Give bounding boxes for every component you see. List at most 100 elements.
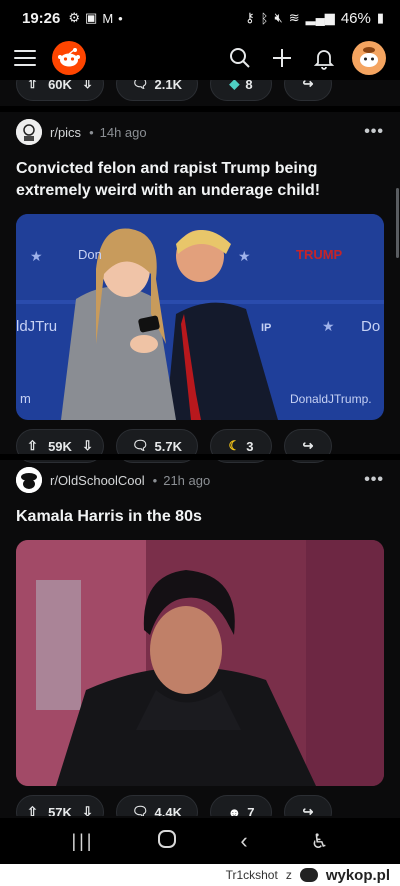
feed[interactable]: ⇧ 60K ⇩ 🗨︎ 2.1K ◆ 8 ↪ r/pics • 14h ago •… <box>0 80 400 816</box>
post-image[interactable]: ★ ★ ★ Don TRUMP ldJTru IP Do m DonaldJTr… <box>16 214 384 420</box>
side-text-mid: IP <box>261 322 271 334</box>
post-card[interactable]: r/OldSchoolCool • 21h ago ••• Kamala Har… <box>0 466 400 816</box>
watermark-brand: wykop.pl <box>325 866 390 884</box>
recent-apps-icon[interactable]: ||| <box>71 831 94 852</box>
previous-post-actions: ⇧ 60K ⇩ 🗨︎ 2.1K ◆ 8 ↪ <box>0 80 400 102</box>
bluetooth-icon: ᛒ <box>260 10 269 26</box>
subreddit-icon[interactable] <box>16 467 42 493</box>
award-button[interactable]: ☻ 7 <box>210 795 272 816</box>
downvote-icon[interactable]: ⇩ <box>82 438 93 454</box>
status-bar: 19:26 ⚙ ▣ M • ⚷ ᛒ 🔇︎ ≋ ▂▄▆ 46% ▮ <box>0 0 400 36</box>
create-post-icon[interactable] <box>268 44 296 72</box>
share-icon: ↪ <box>302 438 314 453</box>
battery-level: 46% <box>340 9 371 27</box>
upvote-icon[interactable]: ⇧ <box>27 804 38 816</box>
watermark-suffix: z <box>285 868 292 882</box>
svg-text:★: ★ <box>238 248 251 264</box>
vote-control[interactable]: ⇧ 60K ⇩ <box>16 80 104 101</box>
comment-count: 4.4K <box>154 804 182 817</box>
mail-icon: M <box>102 10 114 26</box>
downvote-icon[interactable]: ⇩ <box>82 804 93 816</box>
app-header <box>0 36 400 80</box>
banner-text-right: TRUMP <box>296 247 343 262</box>
share-icon: ↪ <box>302 80 314 91</box>
post-image[interactable] <box>16 540 384 786</box>
post-card[interactable]: r/pics • 14h ago ••• Convicted felon and… <box>0 118 400 464</box>
upvote-icon[interactable]: ⇧ <box>27 438 38 454</box>
meta-separator: • <box>152 472 158 488</box>
upvote-icon[interactable]: ⇧ <box>27 80 38 92</box>
award-count: 7 <box>247 804 255 817</box>
share-icon: ↪ <box>302 804 314 816</box>
post-divider <box>0 454 400 460</box>
award-count: 3 <box>246 438 254 454</box>
banana-award-icon: ☾ <box>228 438 241 453</box>
comment-icon: 🗨︎ <box>132 438 149 453</box>
post-divider <box>0 106 400 112</box>
post-age: 14h ago <box>99 124 147 140</box>
notifications-bell-icon[interactable] <box>310 44 338 72</box>
scrollbar[interactable] <box>396 188 399 258</box>
notification-icons: ⚙ ▣ M • <box>68 10 122 26</box>
award-count: 8 <box>245 80 253 92</box>
comment-icon: 🗨︎ <box>132 804 149 816</box>
dot-icon: • <box>118 10 123 26</box>
watermark-user: Tr1ckshot <box>225 868 278 882</box>
comment-icon: 🗨︎ <box>132 80 149 91</box>
battery-icon: ▮ <box>376 10 384 25</box>
award-button[interactable]: ◆ 8 <box>210 80 272 101</box>
bottom-text-left: m <box>20 391 31 406</box>
banner-text-left: Don <box>78 247 102 262</box>
search-icon[interactable] <box>226 44 254 72</box>
svg-text:★: ★ <box>30 248 43 264</box>
meta-separator: • <box>89 124 94 140</box>
mute-icon: 🔇︎ <box>274 10 283 25</box>
subreddit-name[interactable]: r/pics <box>50 125 81 140</box>
signal-icon: ▂▄▆ <box>305 10 335 25</box>
home-icon[interactable] <box>157 829 177 854</box>
menu-icon[interactable] <box>14 50 36 66</box>
reddit-logo-icon[interactable] <box>52 41 86 75</box>
watermark: Tr1ckshot z wykop.pl <box>0 864 400 886</box>
comment-count: 2.1K <box>154 80 182 92</box>
status-time: 19:26 <box>22 9 61 27</box>
side-text-left: ldJTru <box>16 318 57 335</box>
comments-button[interactable]: 🗨︎ 2.1K <box>116 80 198 101</box>
post-title[interactable]: Convicted felon and rapist Trump being e… <box>0 158 400 202</box>
comment-count: 5.7K <box>154 438 182 454</box>
post-photo-illustration: ★ ★ ★ Don TRUMP ldJTru IP Do m DonaldJTr… <box>16 214 384 420</box>
gear-icon: ⚙ <box>68 10 81 25</box>
diamond-award-icon: ◆ <box>229 80 240 91</box>
system-icons: ⚷ ᛒ 🔇︎ ≋ ▂▄▆ 46% ▮ <box>245 10 384 27</box>
vote-count: 60K <box>48 80 72 92</box>
share-button[interactable]: ↪ <box>284 80 332 101</box>
downvote-icon[interactable]: ⇩ <box>82 80 93 92</box>
wykop-logo-icon <box>299 868 318 882</box>
post-actions: ⇧ 57K ⇩ 🗨︎ 4.4K ☻ 7 ↪ <box>0 794 400 816</box>
vote-count: 59K <box>48 438 72 454</box>
bottom-text-right: DonaldJTrump. <box>290 392 372 406</box>
svg-text:★: ★ <box>322 318 335 334</box>
post-meta: r/OldSchoolCool • 21h ago ••• <box>0 466 400 494</box>
key-icon: ⚷ <box>245 10 255 25</box>
share-button[interactable]: ↪ <box>284 795 332 816</box>
wifi-icon: ≋ <box>288 10 300 25</box>
post-photo-illustration <box>16 540 384 786</box>
post-title[interactable]: Kamala Harris in the 80s <box>0 506 400 528</box>
vote-count: 57K <box>48 804 72 817</box>
subreddit-icon[interactable] <box>16 119 42 145</box>
more-options-icon[interactable]: ••• <box>364 471 384 489</box>
image-icon: ▣ <box>85 10 98 25</box>
accessibility-icon[interactable]: ♿︎ <box>311 829 329 854</box>
side-text-right: Do <box>361 318 380 335</box>
system-nav-bar: ||| ‹ ♿︎ <box>0 818 400 864</box>
comments-button[interactable]: 🗨︎ 4.4K <box>116 795 198 816</box>
post-meta: r/pics • 14h ago ••• <box>0 118 400 146</box>
subreddit-name[interactable]: r/OldSchoolCool <box>50 473 145 488</box>
snoo-award-icon: ☻ <box>227 804 242 817</box>
back-icon[interactable]: ‹ <box>240 828 247 854</box>
post-age: 21h ago <box>163 472 211 488</box>
user-avatar[interactable] <box>352 41 386 75</box>
vote-control[interactable]: ⇧ 57K ⇩ <box>16 795 104 816</box>
more-options-icon[interactable]: ••• <box>364 123 384 141</box>
